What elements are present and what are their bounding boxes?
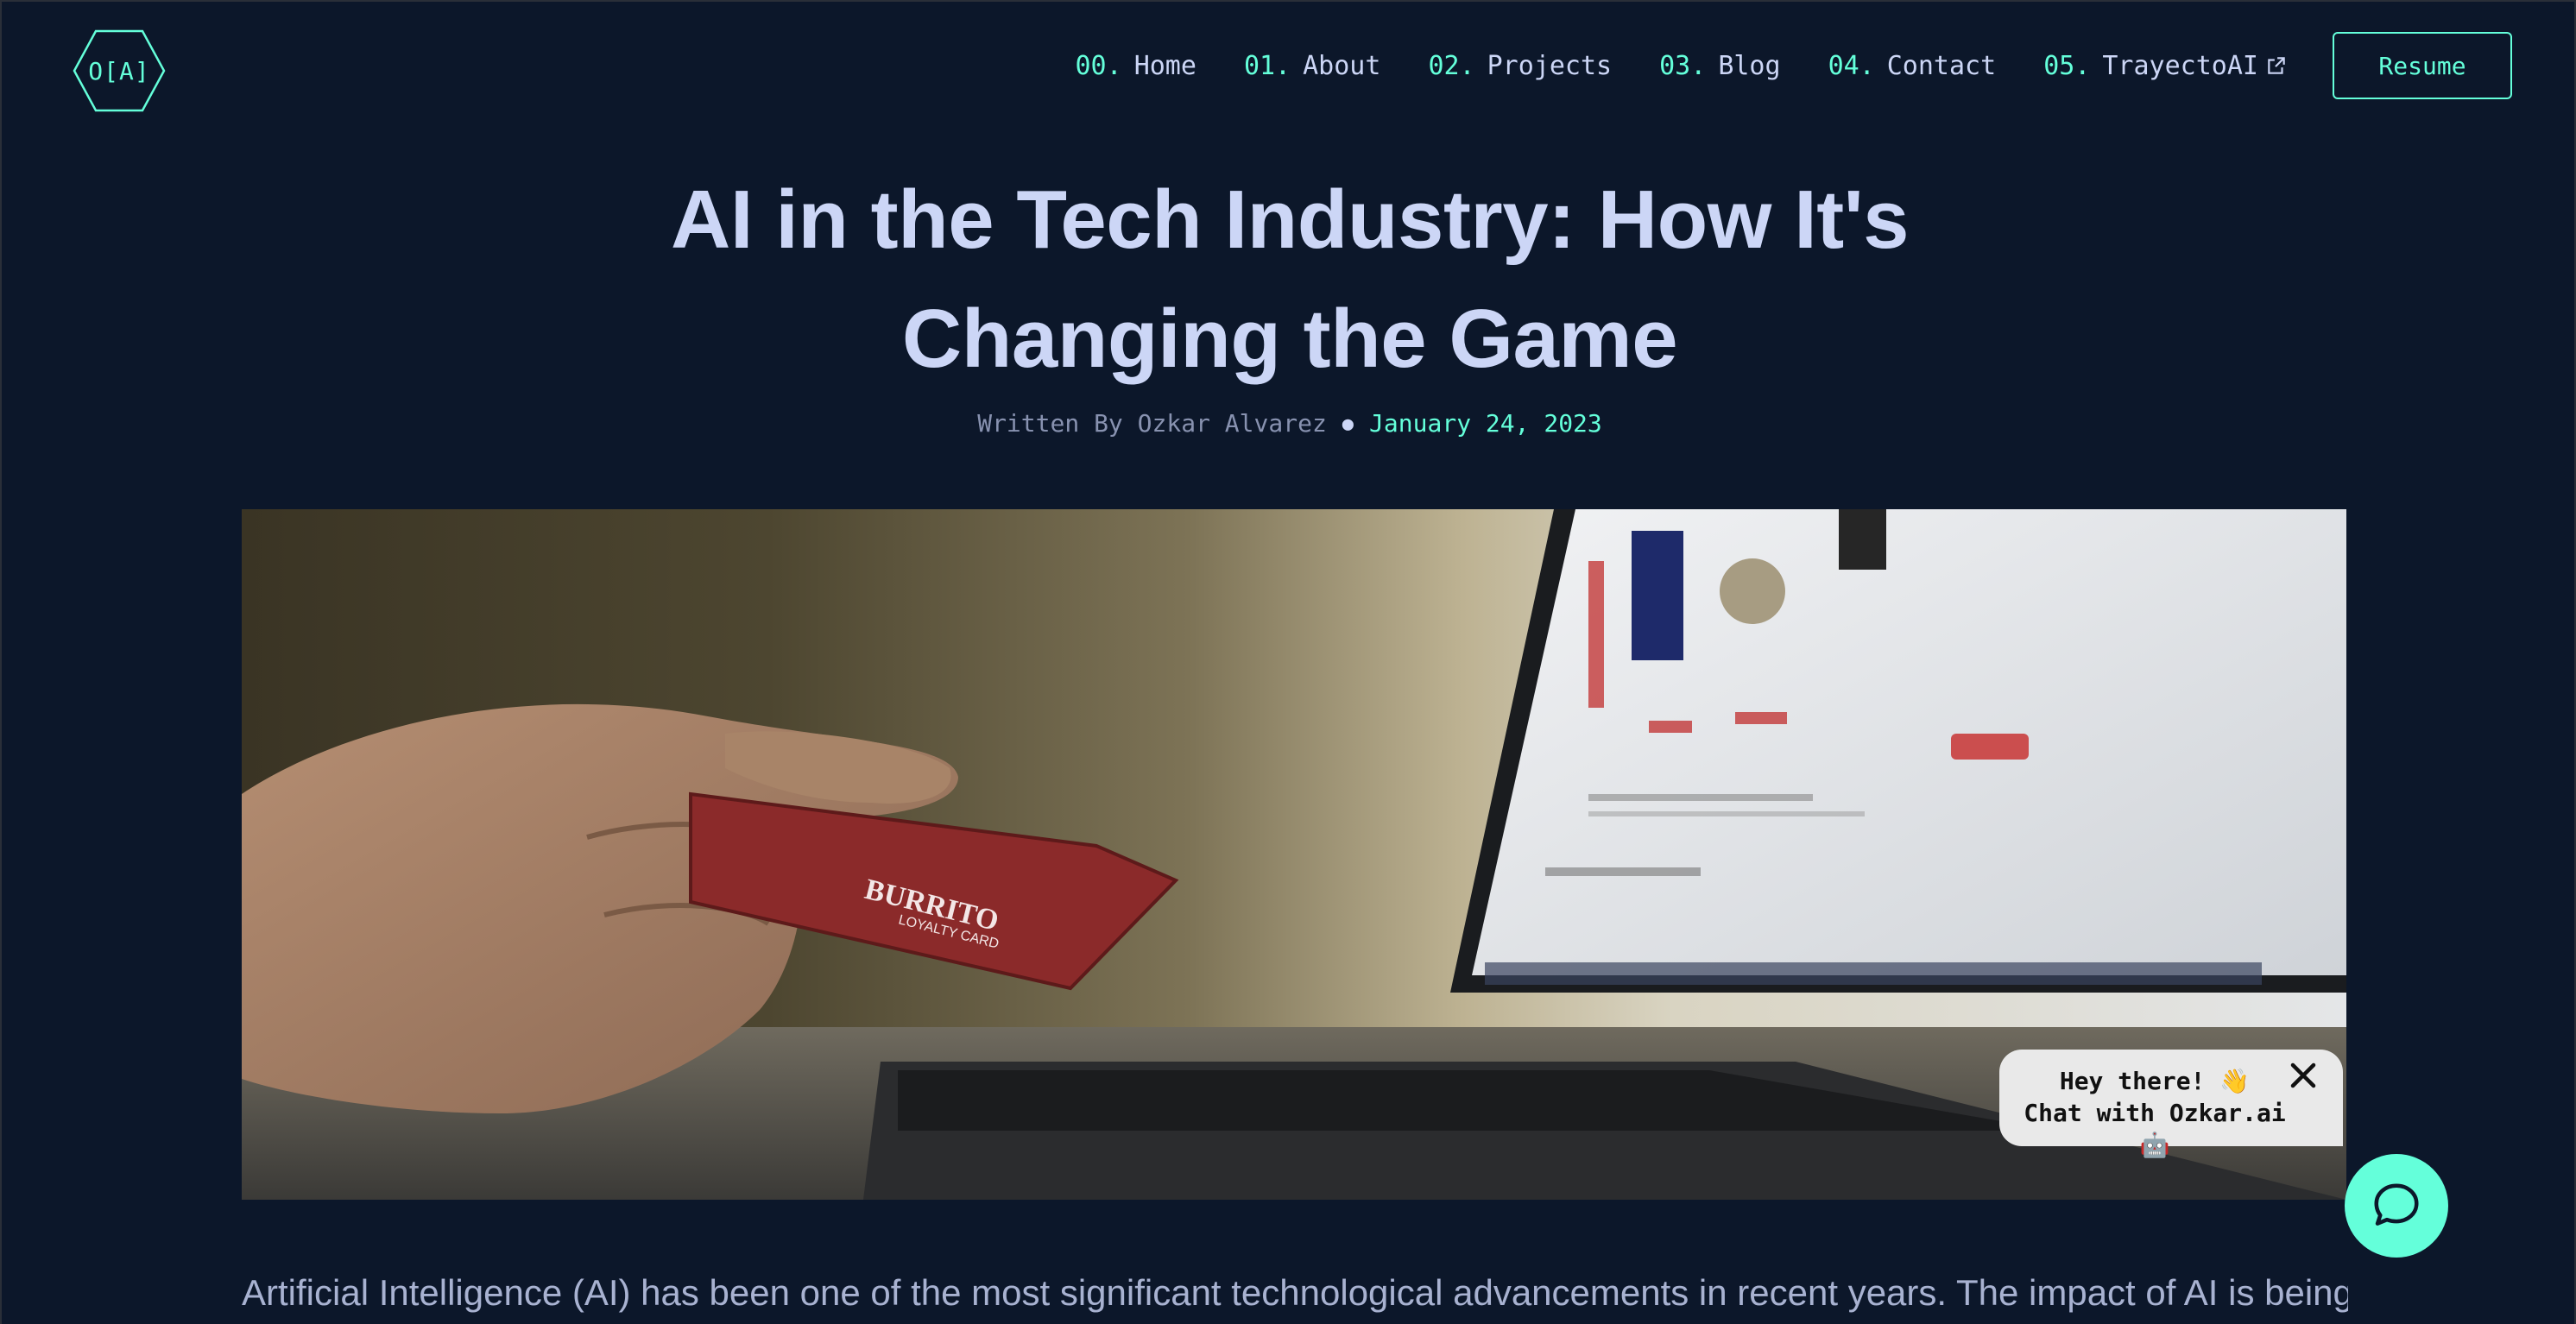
- nav-item-about[interactable]: 01. About: [1244, 51, 1381, 81]
- chat-open-button[interactable]: [2345, 1154, 2448, 1258]
- publish-date: January 24, 2023: [1369, 409, 1602, 438]
- page-frame: O[A] 00. Home 01. About 02. Projects 03.…: [0, 0, 2576, 1324]
- site-logo[interactable]: O[A]: [73, 29, 166, 112]
- nav-number: 00.: [1075, 50, 1122, 81]
- chat-bubble-icon: [2374, 1183, 2419, 1226]
- nav-number: 01.: [1243, 50, 1291, 81]
- nav-number: 04.: [1828, 50, 1875, 81]
- nav-label: Projects: [1487, 50, 1613, 81]
- nav-item-trayectoai[interactable]: 05. TrayectoAI: [2043, 51, 2288, 81]
- nav-item-contact[interactable]: 04. Contact: [1828, 51, 1997, 81]
- article-byline: Written By Ozkar Alvarez ● January 24, 202…: [2, 409, 2576, 438]
- chat-greeting-line: Chat with Ozkar.ai 🤖: [2024, 1099, 2286, 1159]
- nav-number: 02.: [1428, 50, 1475, 81]
- nav-number: 05.: [2043, 50, 2091, 81]
- external-link-icon: [2268, 57, 2285, 74]
- nav-item-blog[interactable]: 03. Blog: [1659, 51, 1780, 81]
- main-nav: 00. Home 01. About 02. Projects 03. Blog…: [1028, 31, 2575, 100]
- nav-label: Home: [1133, 50, 1196, 81]
- nav-label: Blog: [1718, 50, 1781, 81]
- chat-greeting-line: Hey there! 👋: [2059, 1067, 2251, 1095]
- article-title-line: AI in the Tech Industry: How It's: [671, 173, 1909, 266]
- chat-greeting-bubble[interactable]: Hey there! 👋 Chat with Ozkar.ai 🤖: [1999, 1050, 2343, 1159]
- article-paragraph: Artificial Intelligence (AI) has been on…: [242, 1272, 2348, 1313]
- article-title-line: Changing the Game: [901, 293, 1678, 385]
- article-title: AI in the Tech Industry: How It's Changi…: [2, 161, 2576, 399]
- nav-item-projects[interactable]: 02. Projects: [1428, 51, 1612, 81]
- author-text: Written By Ozkar Alvarez: [977, 409, 1327, 438]
- nav-item-home[interactable]: 00. Home: [1076, 51, 1196, 81]
- nav-label: TrayectoAI: [2102, 50, 2258, 81]
- resume-button[interactable]: Resume: [2333, 32, 2512, 99]
- nav-label: About: [1303, 50, 1381, 81]
- nav-label: Contact: [1886, 50, 1997, 81]
- nav-number: 03.: [1659, 50, 1707, 81]
- logo-text: O[A]: [88, 56, 150, 85]
- close-icon[interactable]: [2288, 1060, 2319, 1091]
- separator-dot-icon: ●: [1342, 413, 1354, 435]
